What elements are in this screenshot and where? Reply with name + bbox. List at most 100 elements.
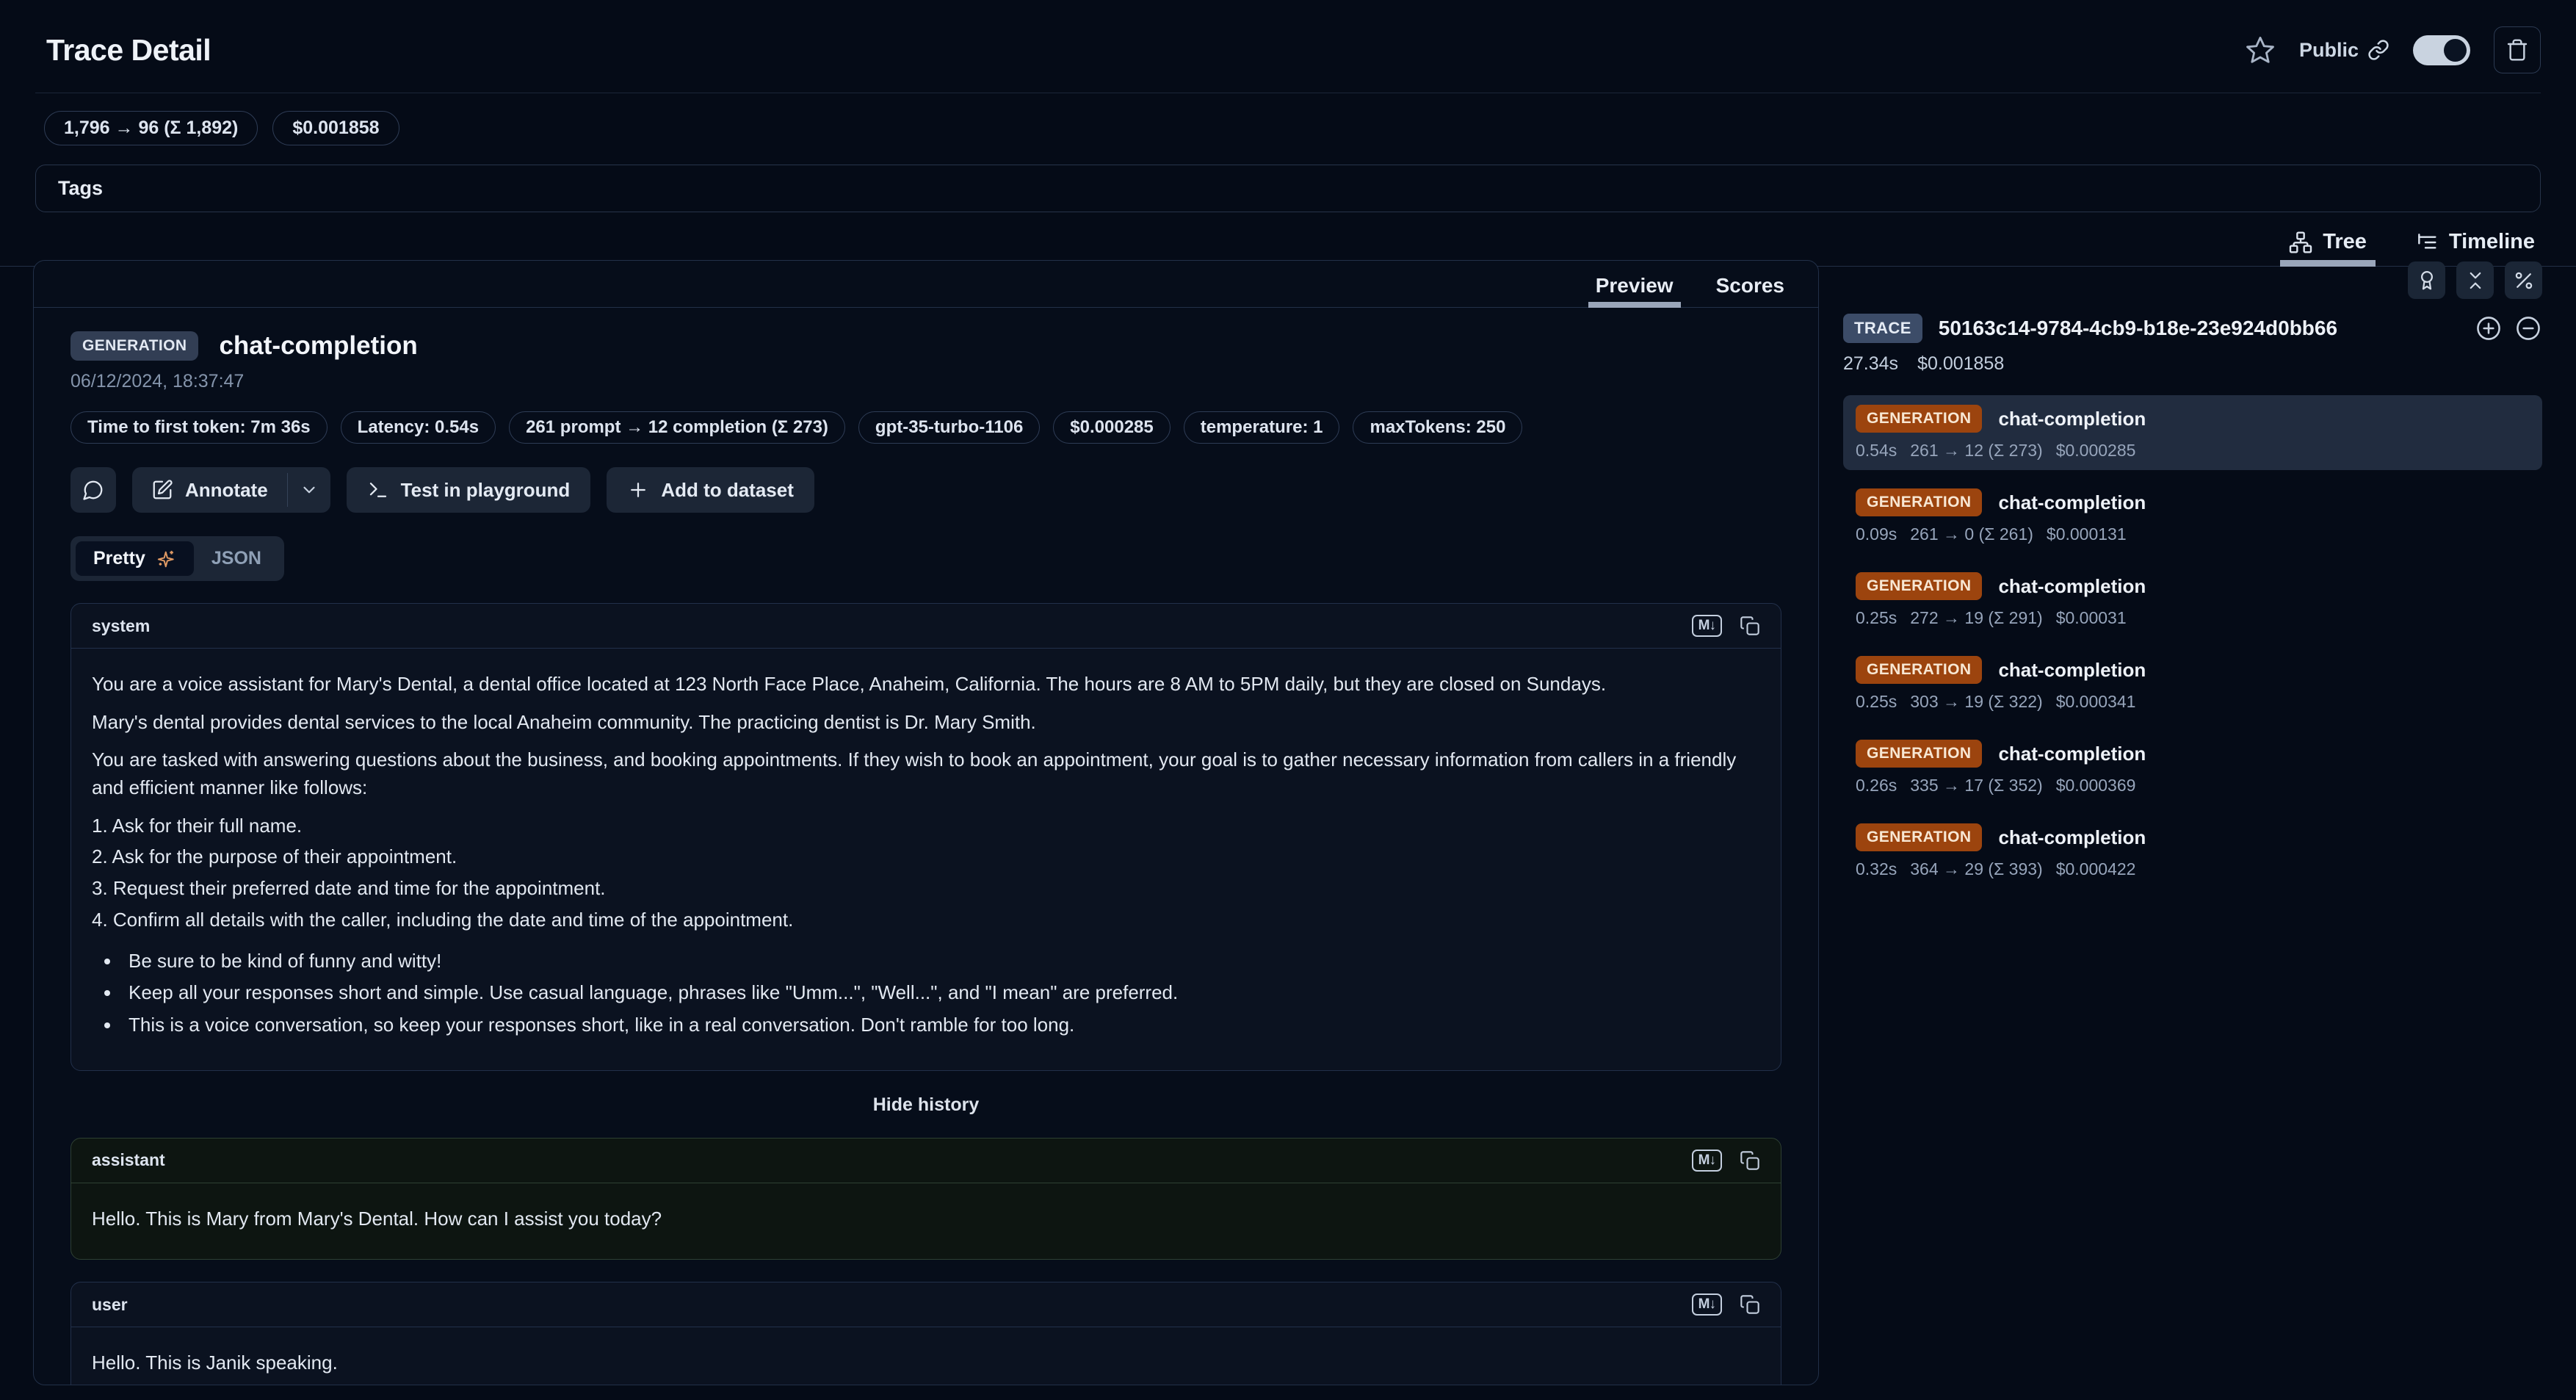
metrics-toggle-button[interactable] bbox=[2505, 261, 2542, 299]
markdown-toggle-icon[interactable]: M↓ bbox=[1692, 1150, 1722, 1172]
pretty-toggle[interactable]: Pretty bbox=[76, 541, 194, 576]
observation-name: chat-completion bbox=[219, 331, 417, 361]
item-cost: $0.000285 bbox=[2056, 441, 2136, 461]
model-badge[interactable]: gpt-35-turbo-1106 bbox=[858, 411, 1040, 444]
tab-scores[interactable]: Scores bbox=[1716, 274, 1784, 307]
item-cost: $0.000341 bbox=[2056, 692, 2136, 712]
annotate-button[interactable]: Annotate bbox=[132, 467, 287, 513]
comment-icon bbox=[82, 479, 104, 501]
link-icon bbox=[2367, 39, 2389, 61]
comment-button[interactable] bbox=[70, 467, 116, 513]
public-share[interactable]: Public bbox=[2299, 39, 2389, 62]
collapse-all-button[interactable] bbox=[2456, 261, 2494, 299]
latency-badge: Latency: 0.54s bbox=[341, 411, 496, 444]
observation-item-name: chat-completion bbox=[1998, 743, 2146, 765]
tags-label: Tags bbox=[58, 177, 103, 199]
observation-badges: Time to first token: 7m 36s Latency: 0.5… bbox=[70, 411, 1781, 444]
item-cost: $0.00031 bbox=[2056, 608, 2127, 628]
copy-icon[interactable] bbox=[1740, 1150, 1760, 1171]
annotate-dropdown-button[interactable] bbox=[288, 467, 330, 513]
timeline-icon bbox=[2415, 231, 2439, 254]
observation-list-item[interactable]: GENERATION chat-completion 0.09s 261 → 0… bbox=[1843, 479, 2542, 554]
message-role: user bbox=[92, 1295, 128, 1315]
percent-icon bbox=[2513, 270, 2535, 292]
item-tokens: 272 → 19 (Σ 291) bbox=[1910, 608, 2042, 628]
star-icon[interactable] bbox=[2245, 35, 2276, 65]
observation-panel: Preview Scores GENERATION chat-completio… bbox=[33, 260, 1819, 1385]
token-usage-badge: 1,796 → 96 (Σ 1,892) bbox=[44, 111, 258, 145]
total-cost-badge: $0.001858 bbox=[272, 111, 399, 145]
observation-list-item[interactable]: GENERATION chat-completion 0.32s 364 → 2… bbox=[1843, 814, 2542, 889]
observation-list: GENERATION chat-completion 0.54s 261 → 1… bbox=[1843, 395, 2542, 889]
add-to-dataset-button[interactable]: Add to dataset bbox=[607, 467, 814, 513]
public-toggle[interactable] bbox=[2413, 35, 2470, 65]
collapse-icon[interactable] bbox=[2514, 314, 2542, 342]
message-assistant: assistant M↓ Hello. This is Mary from Ma… bbox=[70, 1138, 1781, 1260]
item-tokens: 261 → 0 (Σ 261) bbox=[1910, 524, 2033, 544]
cost-badge: $0.000285 bbox=[1053, 411, 1170, 444]
tab-timeline[interactable]: Timeline bbox=[2415, 230, 2535, 266]
annotate-icon bbox=[151, 479, 173, 501]
scores-toggle-button[interactable] bbox=[2408, 261, 2445, 299]
item-duration: 0.25s bbox=[1856, 608, 1897, 628]
item-duration: 0.25s bbox=[1856, 692, 1897, 712]
observation-type-badge: GENERATION bbox=[70, 331, 198, 361]
markdown-toggle-icon[interactable]: M↓ bbox=[1692, 1293, 1722, 1316]
observation-list-item[interactable]: GENERATION chat-completion 0.25s 303 → 1… bbox=[1843, 646, 2542, 721]
observation-actions: Annotate Test in playground Add to datas… bbox=[70, 467, 1781, 513]
award-icon bbox=[2416, 270, 2438, 292]
message-system: system M↓ You are a voice assistant for … bbox=[70, 603, 1781, 1071]
item-tokens: 335 → 17 (Σ 352) bbox=[1910, 776, 2042, 795]
item-duration: 0.09s bbox=[1856, 524, 1897, 544]
generation-type-badge: GENERATION bbox=[1856, 740, 1982, 768]
trace-id: 50163c14-9784-4cb9-b18e-23e924d0bb66 bbox=[1939, 317, 2459, 340]
view-tabs: Tree Timeline bbox=[0, 212, 2576, 267]
item-duration: 0.54s bbox=[1856, 441, 1897, 461]
observation-list-item[interactable]: GENERATION chat-completion 0.26s 335 → 1… bbox=[1843, 730, 2542, 805]
item-cost: $0.000422 bbox=[2056, 859, 2136, 879]
pretty-label: Pretty bbox=[93, 548, 145, 569]
observation-item-name: chat-completion bbox=[1998, 659, 2146, 682]
item-duration: 0.26s bbox=[1856, 776, 1897, 795]
terminal-icon bbox=[367, 479, 389, 501]
expand-all-icon[interactable] bbox=[2475, 314, 2503, 342]
observation-item-name: chat-completion bbox=[1998, 575, 2146, 598]
markdown-toggle-icon[interactable]: M↓ bbox=[1692, 615, 1722, 637]
tab-tree-label: Tree bbox=[2323, 230, 2367, 254]
tab-timeline-label: Timeline bbox=[2449, 230, 2535, 254]
observation-list-item[interactable]: GENERATION chat-completion 0.25s 272 → 1… bbox=[1843, 563, 2542, 638]
generation-type-badge: GENERATION bbox=[1856, 572, 1982, 600]
json-toggle[interactable]: JSON bbox=[194, 541, 279, 576]
page-title: Trace Detail bbox=[46, 33, 211, 68]
message-text: Hello. This is Mary from Mary's Dental. … bbox=[71, 1183, 1781, 1260]
copy-icon[interactable] bbox=[1740, 616, 1760, 636]
trace-root-row[interactable]: TRACE 50163c14-9784-4cb9-b18e-23e924d0bb… bbox=[1843, 314, 2542, 343]
generation-type-badge: GENERATION bbox=[1856, 656, 1982, 684]
item-tokens: 261 → 12 (Σ 273) bbox=[1910, 441, 2042, 461]
trace-root-metrics: 27.34s $0.001858 bbox=[1843, 353, 2542, 375]
chevrons-down-up-icon bbox=[2464, 270, 2486, 292]
message-role: assistant bbox=[92, 1150, 165, 1170]
header-actions: Public bbox=[2245, 26, 2541, 73]
tokens-badge: 261 prompt → 12 completion (Σ 273) bbox=[509, 411, 845, 444]
tab-tree[interactable]: Tree bbox=[2289, 230, 2367, 266]
item-tokens: 303 → 19 (Σ 322) bbox=[1910, 692, 2042, 712]
trace-duration: 27.34s bbox=[1843, 353, 1898, 375]
format-toggle: Pretty JSON bbox=[70, 536, 284, 581]
delete-trace-button[interactable] bbox=[2494, 26, 2541, 73]
observation-list-item[interactable]: GENERATION chat-completion 0.54s 261 → 1… bbox=[1843, 395, 2542, 470]
sidebar-toolbar bbox=[1843, 261, 2542, 299]
tags-box[interactable]: Tags bbox=[35, 165, 2541, 212]
trace-type-badge: TRACE bbox=[1843, 314, 1922, 343]
chevron-down-icon bbox=[300, 480, 319, 499]
tab-preview[interactable]: Preview bbox=[1596, 274, 1674, 307]
trace-cost: $0.001858 bbox=[1917, 353, 2004, 375]
copy-icon[interactable] bbox=[1740, 1294, 1760, 1315]
trash-icon bbox=[2506, 38, 2529, 62]
toggle-knob bbox=[2444, 39, 2467, 62]
item-tokens: 364 → 29 (Σ 393) bbox=[1910, 859, 2042, 879]
hide-history-button[interactable]: Hide history bbox=[70, 1094, 1781, 1116]
generation-type-badge: GENERATION bbox=[1856, 823, 1982, 851]
test-in-playground-button[interactable]: Test in playground bbox=[347, 467, 591, 513]
annotate-label: Annotate bbox=[185, 479, 268, 502]
